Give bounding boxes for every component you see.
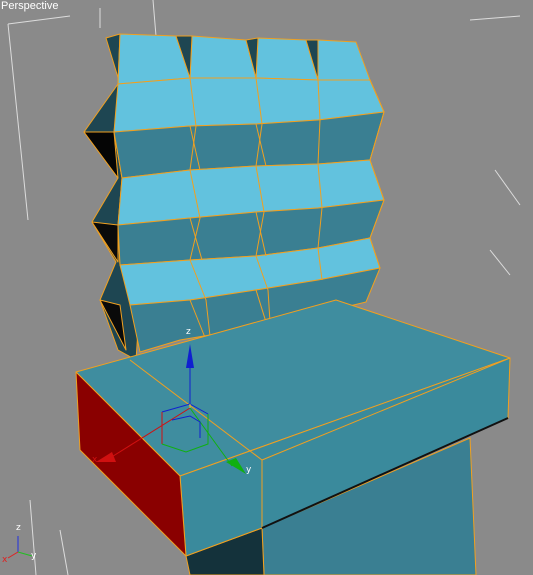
panel-row1-face-4 — [317, 39, 371, 81]
tripod-z-label: z — [16, 523, 21, 533]
panel-left-bevel-black — [83, 131, 119, 179]
gizmo-z-label: z — [186, 327, 191, 337]
viewport-canvas[interactable]: z y x z y x — [0, 0, 533, 575]
tripod-y-label: y — [31, 551, 37, 561]
perspective-viewport[interactable]: z y x z y x Perspective — [0, 0, 533, 575]
view-axis-tripod: z y x — [2, 523, 37, 565]
panel-left-bevel-black-2 — [91, 221, 119, 263]
viewport-label[interactable]: Perspective — [1, 0, 58, 13]
gizmo-y-label: y — [246, 465, 252, 475]
gizmo-x-label: x — [92, 455, 98, 465]
tripod-x-label: x — [2, 555, 8, 565]
